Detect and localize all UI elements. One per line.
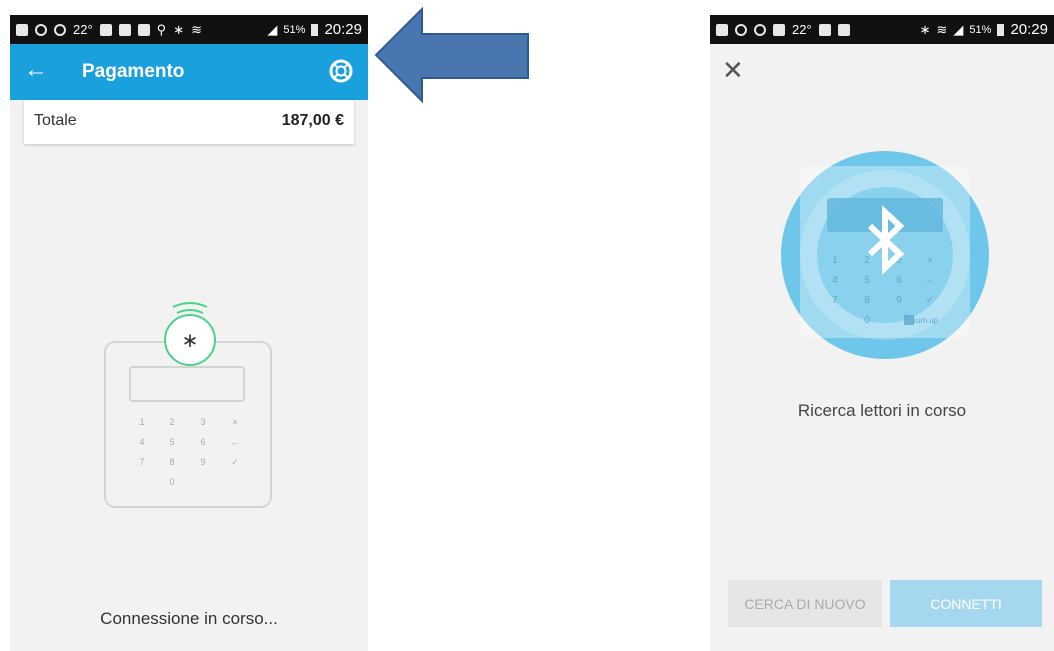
total-label: Totale — [34, 112, 77, 129]
battery-icon — [997, 23, 1005, 36]
location-icon: ⚲ — [156, 21, 167, 37]
navigation-icon — [735, 23, 747, 36]
keypad-key: ← — [925, 275, 935, 286]
signal-icon: ◢ — [953, 21, 964, 37]
navigation-icon — [35, 23, 47, 36]
help-lifebuoy-icon[interactable] — [328, 58, 354, 84]
notification-icon — [837, 23, 850, 36]
status-bar: 22° ∗ ≋ ◢ 51% 20:29 — [710, 15, 1054, 44]
gallery-icon — [99, 23, 112, 36]
searching-readers-text: Ricerca lettori in corso — [797, 401, 967, 420]
connect-button[interactable]: CONNETTI — [890, 580, 1042, 627]
keypad-key: 7 — [832, 295, 838, 306]
close-icon[interactable]: ✕ — [722, 55, 744, 86]
keypad-key: 9 — [896, 295, 902, 306]
battery-icon — [311, 23, 319, 36]
keypad-key: 0 — [864, 315, 870, 326]
mail-icon — [818, 23, 831, 36]
status-bar: 22° ⚲ ∗ ≋ ◢ 51% 20:29 — [10, 15, 368, 44]
total-amount: 187,00 € — [281, 112, 344, 129]
card-reader-illustration: ∗ 1 2 3 × 4 5 6 ← 7 8 9 ✓ 0 — [104, 302, 272, 508]
total-row: Totale 187,00 € — [24, 100, 354, 144]
wifi-icon: ≋ — [191, 21, 203, 37]
left-phone-screen: 22° ⚲ ∗ ≋ ◢ 51% 20:29 ← Pagamento Totale — [10, 15, 368, 651]
keypad-key: 9 — [200, 457, 205, 467]
keypad-key: × — [927, 255, 933, 266]
bluetooth-icon: ∗ — [173, 21, 185, 37]
keypad-key: 8 — [169, 457, 174, 467]
keypad-key: 8 — [864, 295, 870, 306]
brand-logo-text: sum up — [912, 316, 939, 325]
keypad-key: 2 — [864, 255, 870, 266]
left-pointing-arrow — [374, 6, 529, 104]
keypad-key: 4 — [139, 437, 144, 447]
keypad-key: × — [232, 417, 237, 427]
signal-icon: ◢ — [267, 21, 278, 37]
keypad-key: 7 — [139, 457, 144, 467]
keypad-key: ← — [231, 437, 240, 447]
search-again-button[interactable]: CERCA DI NUOVO — [728, 580, 882, 627]
keypad-key: 4 — [832, 275, 838, 286]
keypad-key: 6 — [200, 437, 205, 447]
notification-icon — [137, 23, 150, 36]
keypad-key: 0 — [169, 477, 174, 487]
notification-icon — [16, 23, 28, 36]
clock: 20:29 — [1010, 21, 1048, 38]
page-title: Pagamento — [82, 61, 185, 82]
battery-percent: 51% — [969, 23, 992, 36]
temperature-text: 22° — [792, 22, 812, 37]
keypad-key: 6 — [896, 275, 902, 286]
wifi-icon: ≋ — [936, 21, 948, 37]
keypad-key: ✓ — [926, 295, 934, 306]
right-phone-screen: 22° ∗ ≋ ◢ 51% 20:29 ✕ 1 2 3 × 4 5 6 ← 7 — [710, 15, 1054, 651]
keypad-key: 1 — [139, 417, 144, 427]
battery-percent: 51% — [283, 23, 306, 36]
keypad-key: 2 — [169, 417, 174, 427]
connection-status-text: Connessione in corso... — [100, 609, 278, 628]
keypad-key: ✓ — [231, 457, 239, 467]
keypad-key: 5 — [864, 275, 870, 286]
temperature-text: 22° — [73, 22, 93, 37]
back-arrow-icon[interactable]: ← — [24, 56, 48, 84]
gallery-icon — [773, 23, 785, 36]
keypad-key: 1 — [832, 255, 838, 266]
whatsapp-icon — [754, 23, 766, 36]
app-bar: ← Pagamento — [10, 44, 368, 100]
bluetooth-icon: ∗ — [919, 21, 931, 37]
bluetooth-icon: ∗ — [182, 328, 199, 352]
keypad-key: 5 — [169, 437, 174, 447]
brand-logo-icon — [904, 315, 914, 325]
mail-icon — [118, 23, 131, 36]
bluetooth-search-illustration: 1 2 3 × 4 5 6 ← 7 8 9 ✓ 0 sum up — [781, 151, 989, 359]
notification-icon — [716, 23, 728, 36]
whatsapp-icon — [54, 23, 66, 36]
keypad-key: 3 — [200, 417, 205, 427]
clock: 20:29 — [324, 21, 362, 38]
